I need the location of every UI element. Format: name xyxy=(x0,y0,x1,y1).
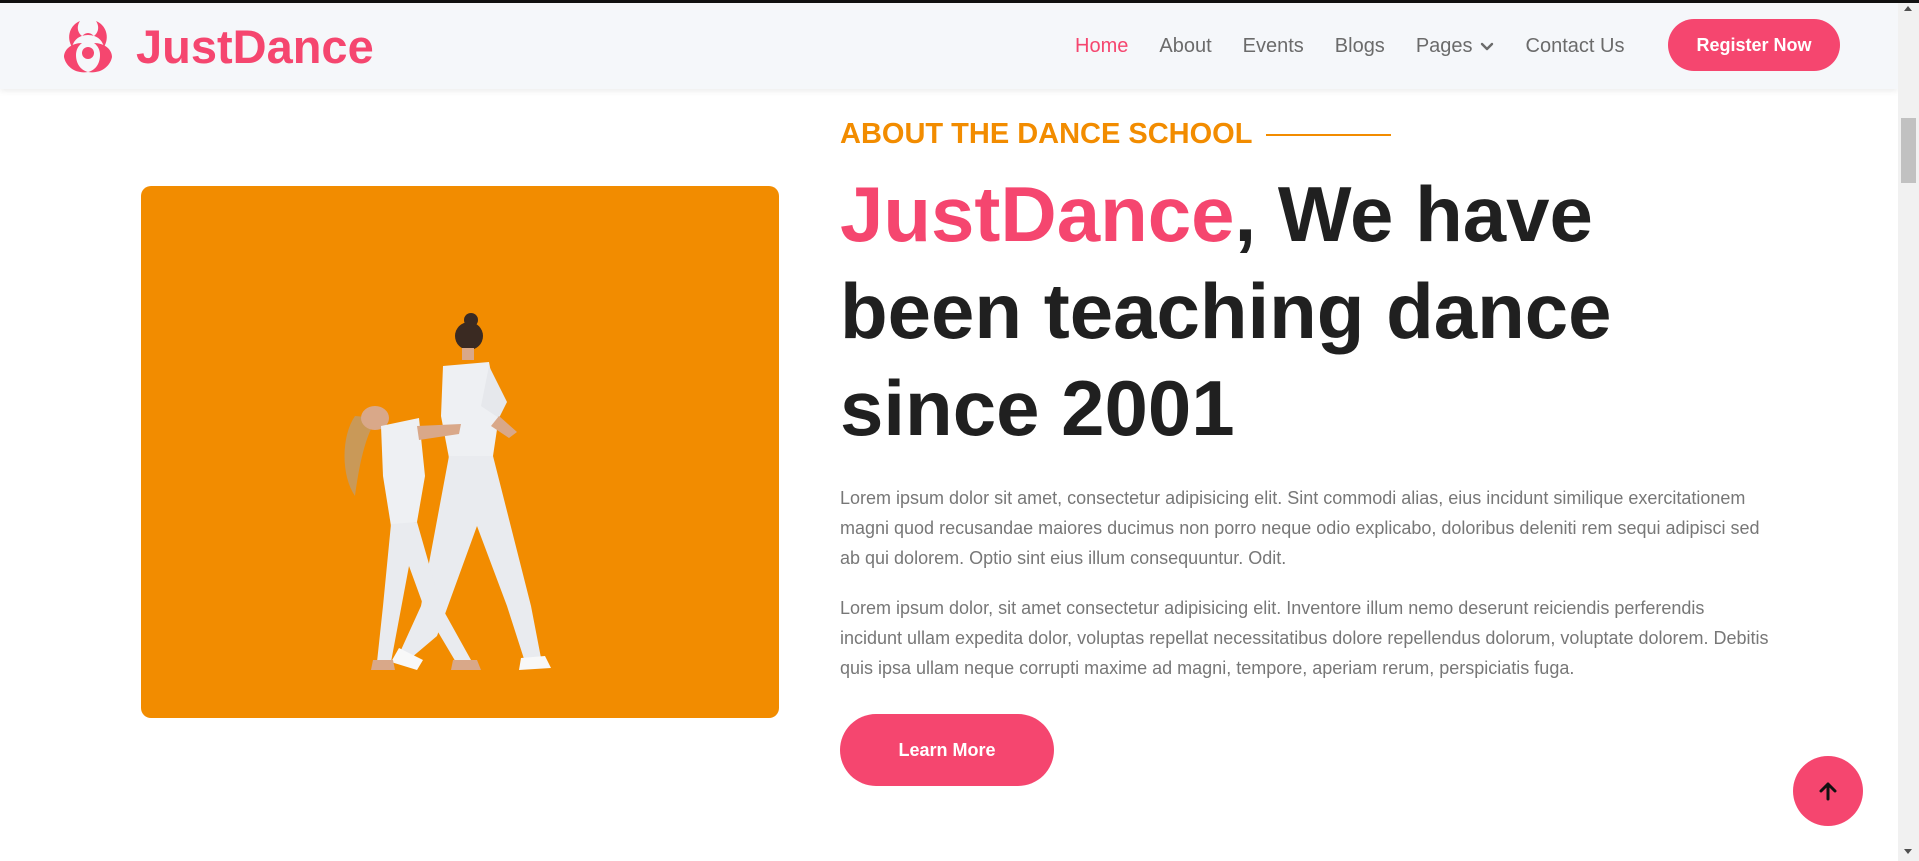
about-headline: JustDance, We have been teaching dance s… xyxy=(840,166,1740,457)
scrollbar-thumb[interactable] xyxy=(1901,118,1916,183)
nav-pages-label: Pages xyxy=(1415,35,1473,57)
about-paragraph-1: Lorem ipsum dolor sit amet, consectetur … xyxy=(840,488,1760,568)
scroll-up-arrow-icon[interactable] xyxy=(1904,6,1912,11)
scroll-down-arrow-icon[interactable] xyxy=(1904,849,1912,854)
nav-blogs[interactable]: Blogs xyxy=(1335,3,1385,89)
section-eyebrow: ABOUT THE DANCE SCHOOL xyxy=(840,118,1392,151)
headline-brand: JustDance xyxy=(840,170,1235,258)
dancers-illustration xyxy=(344,313,551,670)
arrow-up-icon xyxy=(1819,782,1837,801)
navbar: JustDance Home About Events Blogs Pages … xyxy=(0,3,1898,89)
nav-home[interactable]: Home xyxy=(1075,3,1128,89)
eyebrow-divider xyxy=(1266,133,1392,136)
register-now-button[interactable]: Register Now xyxy=(1668,19,1840,71)
dance-couple-image xyxy=(141,186,779,718)
nav-pages-dropdown[interactable]: Pages xyxy=(1416,3,1495,89)
main-nav: Home About Events Blogs Pages Contact Us xyxy=(1075,3,1655,89)
eyebrow-text: ABOUT THE DANCE SCHOOL xyxy=(840,118,1253,150)
brand-name: JustDance xyxy=(136,20,374,73)
nav-contact-us[interactable]: Contact Us xyxy=(1526,3,1625,89)
learn-more-button[interactable]: Learn More xyxy=(840,714,1054,786)
about-paragraph-2: Lorem ipsum dolor, sit amet consectetur … xyxy=(840,598,1769,678)
back-to-top-button[interactable] xyxy=(1793,756,1863,826)
biohazard-icon xyxy=(64,21,112,73)
brand-logo[interactable]: JustDance xyxy=(58,17,374,77)
chevron-down-icon xyxy=(1480,42,1493,51)
nav-about[interactable]: About xyxy=(1159,3,1211,89)
nav-events[interactable]: Events xyxy=(1243,3,1304,89)
